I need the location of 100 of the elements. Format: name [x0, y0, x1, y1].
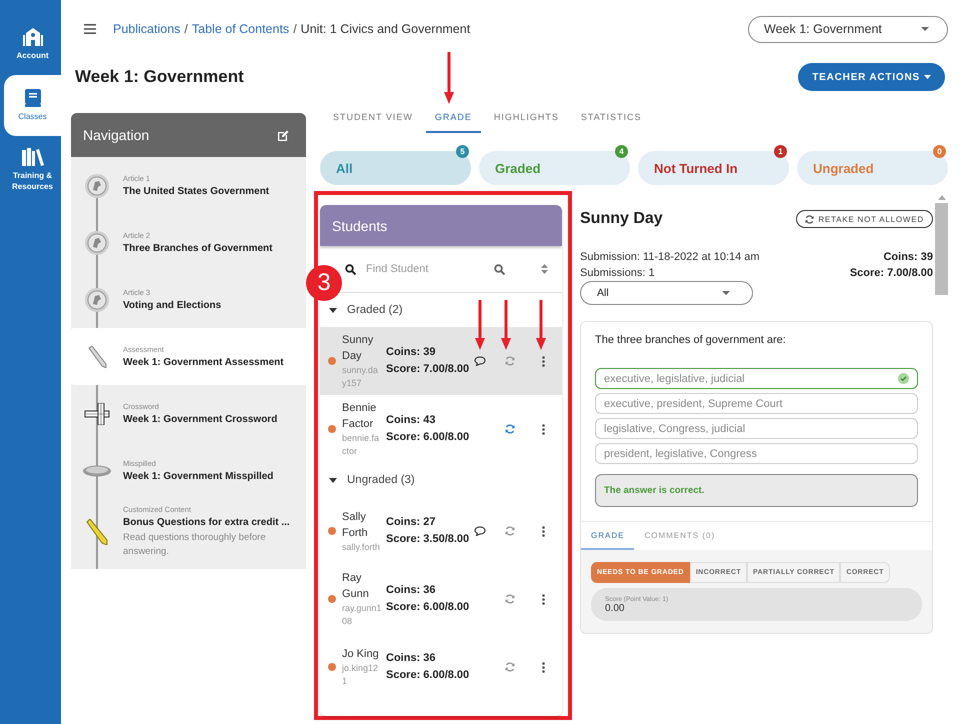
refresh-icon[interactable] — [505, 662, 515, 672]
answer-option[interactable]: executive, president, Supreme Court — [595, 393, 918, 414]
tab[interactable]: STUDENT VIEW — [324, 103, 422, 133]
student-username: sally.forth — [342, 540, 381, 554]
item-title: Week 1: Government Misspilled — [123, 471, 274, 482]
caret-icon — [329, 308, 337, 312]
student-row[interactable]: Ray Gunn ray.gunn108 Coins: 36 Score: 6.00/8.00 — [320, 565, 562, 633]
panel-header: Students — [320, 205, 562, 246]
teacher-actions-button[interactable]: TEACHER ACTIONS — [798, 63, 945, 91]
question-text: The three branches of government are: — [595, 334, 787, 346]
tab[interactable]: COMMENTS (0) — [634, 522, 726, 550]
week-dropdown[interactable]: Week 1: Government — [748, 16, 948, 42]
caret-icon — [722, 291, 730, 295]
answer-option[interactable]: president, legislative, Congress — [595, 443, 918, 464]
more-icon[interactable] — [542, 356, 544, 366]
arrow-annotation — [475, 300, 485, 350]
student-name: Jo King — [342, 647, 380, 662]
item-title: Voting and Elections — [123, 300, 222, 311]
refresh-icon — [805, 214, 814, 224]
breadcrumb-link[interactable]: Publications — [113, 22, 180, 36]
comment-icon[interactable] — [474, 526, 486, 536]
more-icon[interactable] — [542, 424, 544, 434]
refresh-icon[interactable] — [505, 424, 515, 434]
feedback-message: The answer is correct. — [595, 474, 918, 507]
tab[interactable]: HIGHLIGHTS — [484, 103, 568, 133]
coins-text: Coins: 43 — [386, 413, 437, 428]
count-badge: 1 — [774, 145, 787, 158]
item-title: Bonus Questions for extra credit ... — [123, 517, 291, 528]
rail-item[interactable]: Training & Resources — [4, 142, 61, 200]
rail-item[interactable]: Classes — [4, 75, 61, 136]
retake-button[interactable]: RETAKE NOT ALLOWED — [796, 210, 933, 228]
caret-icon — [921, 27, 929, 31]
student-username: jo.king121 — [342, 662, 380, 688]
caret-icon — [329, 478, 337, 482]
student-row[interactable]: Bennie Factor bennie.factor Coins: 43 Score: 6.00/8.00 — [320, 395, 562, 463]
coins-text: Coins: 36 — [386, 651, 437, 666]
coins-text: Coins: 39 — [882, 250, 933, 265]
attempt-dropdown[interactable]: All — [580, 281, 753, 305]
sort-icon[interactable] — [541, 264, 548, 274]
search-icon[interactable] — [494, 264, 505, 274]
item-title: The United States Government — [123, 186, 270, 197]
group-header[interactable]: Ungraded (3) — [320, 463, 562, 497]
coins-text: Coins: 36 — [386, 583, 437, 598]
score-text: Score: 6.00/8.00 — [386, 668, 468, 683]
arrow-annotation — [536, 300, 546, 350]
score-text: Score: 6.00/8.00 — [386, 600, 468, 615]
pencil-icon — [86, 519, 108, 545]
more-icon[interactable] — [542, 526, 544, 536]
comment-icon[interactable] — [474, 356, 486, 366]
student-name: Ray Gunn — [342, 571, 370, 602]
student-name: Bennie Factor — [342, 401, 378, 432]
arrow-annotation — [444, 52, 454, 104]
book-icon — [24, 89, 40, 107]
count-badge: 4 — [615, 145, 628, 158]
item-title: Week 1: Government Assessment — [123, 357, 284, 368]
submissions-count: Submissions: 1 — [580, 266, 656, 281]
menu-icon[interactable] — [84, 24, 96, 34]
caret-icon — [924, 75, 931, 79]
student-name: Sally Forth — [342, 510, 369, 540]
count-badge: 5 — [456, 145, 469, 158]
submission-text: Submission: 11-18-2022 at 10:14 am — [580, 250, 760, 265]
books-icon — [22, 148, 44, 166]
coins-text: Coins: 27 — [386, 515, 437, 530]
score-text: Score: 7.00/8.00 — [850, 266, 933, 281]
rail-item[interactable]: Account — [4, 22, 61, 69]
step-number: 3 — [306, 265, 342, 301]
search-field[interactable]: Find Student — [364, 262, 486, 276]
student-name: Sunny Day — [580, 210, 663, 228]
page-title: Week 1: Government — [75, 67, 244, 87]
score-text: Score: 7.00/8.00 — [386, 362, 468, 377]
tab[interactable]: GRADE — [426, 103, 481, 133]
panel-title: Navigation — [83, 127, 150, 143]
student-username: ray.gunn108 — [342, 602, 382, 628]
edit-icon[interactable] — [278, 130, 289, 140]
crossword-icon — [84, 402, 110, 424]
school-icon — [22, 28, 42, 46]
student-name: Sunny Day — [342, 333, 374, 364]
answer-option[interactable]: executive, legislative, judicial — [595, 368, 918, 389]
breadcrumb-separator: / — [184, 22, 188, 36]
item-description: Read questions thoroughly before answering. — [123, 531, 267, 559]
more-icon[interactable] — [542, 594, 544, 604]
check-icon — [898, 373, 909, 384]
score-text: Score: 6.00/8.00 — [386, 430, 468, 445]
refresh-icon[interactable] — [505, 594, 515, 604]
tab[interactable]: STATISTICS — [572, 103, 651, 133]
breadcrumb-link[interactable]: Table of Contents — [192, 22, 290, 36]
breadcrumb-current: Unit: 1 Civics and Government — [300, 22, 470, 36]
pencil-icon — [87, 346, 107, 368]
count-badge: 0 — [933, 145, 946, 158]
search-icon — [345, 264, 356, 274]
student-username: sunny.day157 — [342, 364, 379, 390]
answer-option[interactable]: legislative, Congress, judicial — [595, 418, 918, 439]
scrollbar-thumb[interactable] — [935, 203, 948, 295]
student-username: bennie.factor — [342, 432, 380, 458]
more-icon[interactable] — [542, 662, 544, 672]
refresh-icon[interactable] — [505, 526, 515, 536]
coins-text: Coins: 39 — [386, 345, 437, 360]
arrow-annotation — [501, 300, 511, 350]
item-title: Three Branches of Government — [123, 243, 272, 254]
student-row[interactable]: Sunny Day sunny.day157 Coins: 39 Score: 7.00/8.00 — [320, 327, 562, 395]
